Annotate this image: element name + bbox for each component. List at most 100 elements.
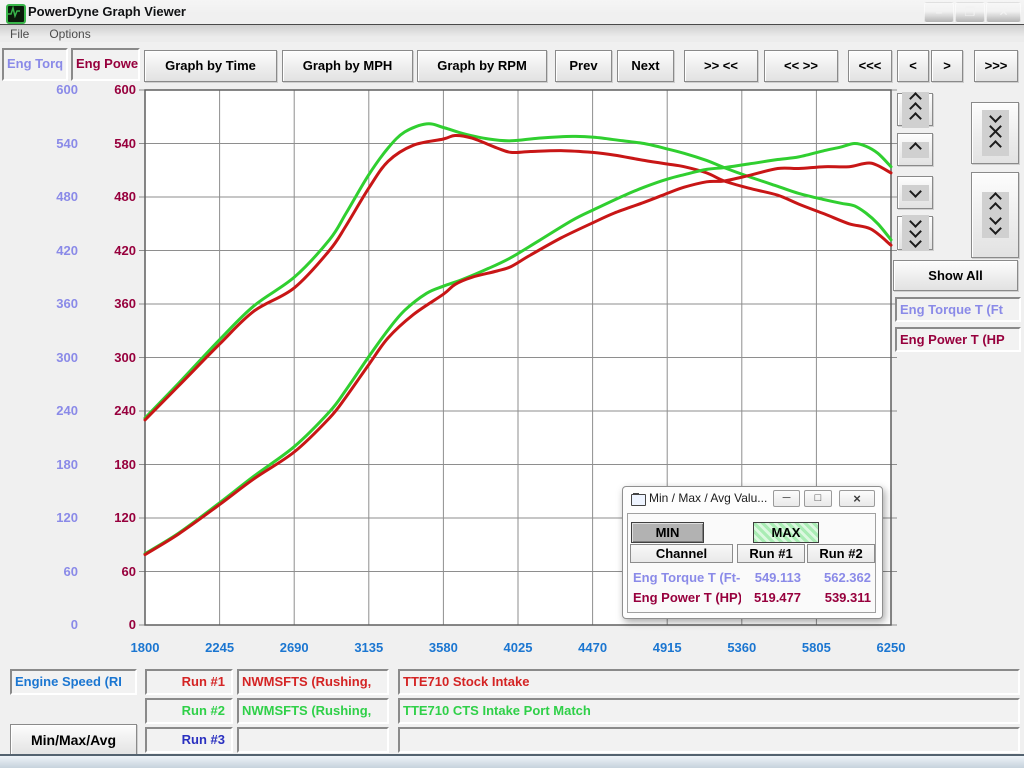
chevron-down xyxy=(989,222,1002,235)
torque-axis-header-box[interactable]: Eng Torq xyxy=(2,48,68,81)
x-channel-box[interactable]: Engine Speed (RI xyxy=(10,669,137,695)
chevron-up xyxy=(909,142,922,155)
toolbar-button-[interactable]: <<< xyxy=(848,50,892,82)
toolbar-button-[interactable]: > xyxy=(931,50,963,82)
chevron-down xyxy=(909,185,922,198)
run-file-2[interactable]: NWMSFTS (Rushing, xyxy=(237,698,389,724)
channel-box-torque[interactable]: Eng Torque T (Ft xyxy=(895,297,1021,322)
toolbar-button-[interactable]: >> << xyxy=(684,50,758,82)
scroll-up-icon xyxy=(902,142,929,158)
scroll-up-fast-button[interactable] xyxy=(897,93,933,126)
rpm-tick-5360: 5360 xyxy=(712,640,772,656)
app-icon xyxy=(6,4,26,24)
chevron-up xyxy=(989,140,1002,153)
power-tick-300: 300 xyxy=(86,350,136,366)
menu-item-options[interactable]: Options xyxy=(39,26,100,41)
toolbar-button-graph-by-time[interactable]: Graph by Time xyxy=(144,50,277,82)
power-tick-60: 60 xyxy=(86,564,136,580)
torque-tick-420: 420 xyxy=(28,243,78,259)
run-file-1[interactable]: NWMSFTS (Rushing, xyxy=(237,669,389,695)
max-button[interactable]: MAX xyxy=(753,522,819,543)
toolbar-button-next[interactable]: Next xyxy=(617,50,674,82)
run-description-3[interactable] xyxy=(398,727,1020,753)
min-max-avg-button[interactable]: Min/Max/Avg xyxy=(10,724,137,757)
torque-tick-180: 180 xyxy=(28,457,78,473)
expand-vertical-button[interactable] xyxy=(971,172,1019,258)
minmax-header-run-1[interactable]: Run #1 xyxy=(737,544,805,563)
minmax-minimize-icon[interactable]: ─ xyxy=(773,490,800,507)
title-bar[interactable]: PowerDyne Graph Viewer – ❐ ✕ xyxy=(0,0,1024,24)
torque-tick-60: 60 xyxy=(28,564,78,580)
rpm-tick-3135: 3135 xyxy=(339,640,399,656)
power-tick-540: 540 xyxy=(86,136,136,152)
power-axis-header-box[interactable]: Eng Powe xyxy=(71,48,140,81)
toolbar-button-[interactable]: < xyxy=(897,50,929,82)
run-label-3[interactable]: Run #3 xyxy=(145,727,233,753)
menu-bar: FileOptions xyxy=(0,24,1024,42)
rpm-tick-4915: 4915 xyxy=(637,640,697,656)
compress-vertical-button[interactable] xyxy=(971,102,1019,164)
power-tick-0: 0 xyxy=(86,617,136,633)
maximize-icon[interactable]: ❐ xyxy=(955,2,985,23)
minmax-header-run-2[interactable]: Run #2 xyxy=(807,544,875,563)
scroll-up-button[interactable] xyxy=(897,133,933,166)
run-label-1[interactable]: Run #1 xyxy=(145,669,233,695)
run-label-2[interactable]: Run #2 xyxy=(145,698,233,724)
minmax-window[interactable]: Min / Max / Avg Valu... ─ □ × MIN MAX Ch… xyxy=(622,486,883,619)
power-tick-240: 240 xyxy=(86,403,136,419)
power-tick-480: 480 xyxy=(86,189,136,205)
run-description-1[interactable]: TTE710 Stock Intake xyxy=(398,669,1020,695)
toolbar-button-graph-by-rpm[interactable]: Graph by RPM xyxy=(417,50,547,82)
chevron-down xyxy=(909,235,922,248)
minmax-maximize-icon[interactable]: □ xyxy=(804,490,832,507)
close-icon[interactable]: ✕ xyxy=(986,2,1021,23)
toolbar-button-prev[interactable]: Prev xyxy=(555,50,612,82)
toolbar-button-[interactable]: >>> xyxy=(974,50,1018,82)
expand-vertical-icon xyxy=(982,192,1009,238)
rpm-tick-4470: 4470 xyxy=(563,640,623,656)
menu-item-file[interactable]: File xyxy=(0,26,39,41)
scroll-down-fast-button[interactable] xyxy=(897,216,933,250)
torque-tick-240: 240 xyxy=(28,403,78,419)
power-tick-360: 360 xyxy=(86,296,136,312)
min-button[interactable]: MIN xyxy=(631,522,704,543)
show-all-button[interactable]: Show All xyxy=(893,260,1018,291)
toolbar-button-graph-by-mph[interactable]: Graph by MPH xyxy=(282,50,413,82)
power-tick-600: 600 xyxy=(86,82,136,98)
minmax-window-title: Min / Max / Avg Valu... xyxy=(649,491,767,505)
scroll-down-button[interactable] xyxy=(897,176,933,209)
torque-tick-300: 300 xyxy=(28,350,78,366)
channel-box-power[interactable]: Eng Power T (HP xyxy=(895,327,1021,352)
rpm-tick-3580: 3580 xyxy=(413,640,473,656)
minmax-row-run2-2: 539.311 xyxy=(811,588,871,607)
minmax-row-run1-2: 519.477 xyxy=(741,588,801,607)
torque-tick-540: 540 xyxy=(28,136,78,152)
run-description-2[interactable]: TTE710 CTS Intake Port Match xyxy=(398,698,1020,724)
torque-tick-600: 600 xyxy=(28,82,78,98)
minimize-icon[interactable]: – xyxy=(924,2,954,23)
minmax-window-icon xyxy=(631,494,646,506)
minmax-header-channel[interactable]: Channel xyxy=(630,544,733,563)
minmax-row-channel-2: Eng Power T (HP) xyxy=(633,588,741,607)
power-tick-120: 120 xyxy=(86,510,136,526)
rpm-tick-6250: 6250 xyxy=(861,640,921,656)
minmax-row-channel-1: Eng Torque T (Ft- xyxy=(633,568,741,587)
run-file-3[interactable] xyxy=(237,727,389,753)
toolbar-button-[interactable]: << >> xyxy=(764,50,838,82)
power-tick-180: 180 xyxy=(86,457,136,473)
compress-vertical-icon xyxy=(982,110,1009,156)
rpm-tick-5805: 5805 xyxy=(786,640,846,656)
minmax-row-run1-1: 549.113 xyxy=(741,568,801,587)
minmax-close-icon[interactable]: × xyxy=(839,490,875,507)
rpm-tick-1800: 1800 xyxy=(115,640,175,656)
torque-tick-480: 480 xyxy=(28,189,78,205)
torque-tick-0: 0 xyxy=(28,617,78,633)
scroll-up-fast-icon xyxy=(902,92,929,128)
minmax-row-run2-1: 562.362 xyxy=(811,568,871,587)
rpm-tick-4025: 4025 xyxy=(488,640,548,656)
torque-tick-120: 120 xyxy=(28,510,78,526)
window-bottom-frame xyxy=(0,754,1024,768)
powerdyne-window: PowerDyne Graph Viewer – ❐ ✕ FileOptions… xyxy=(0,0,1024,768)
scroll-down-fast-icon xyxy=(902,215,929,251)
rpm-tick-2690: 2690 xyxy=(264,640,324,656)
